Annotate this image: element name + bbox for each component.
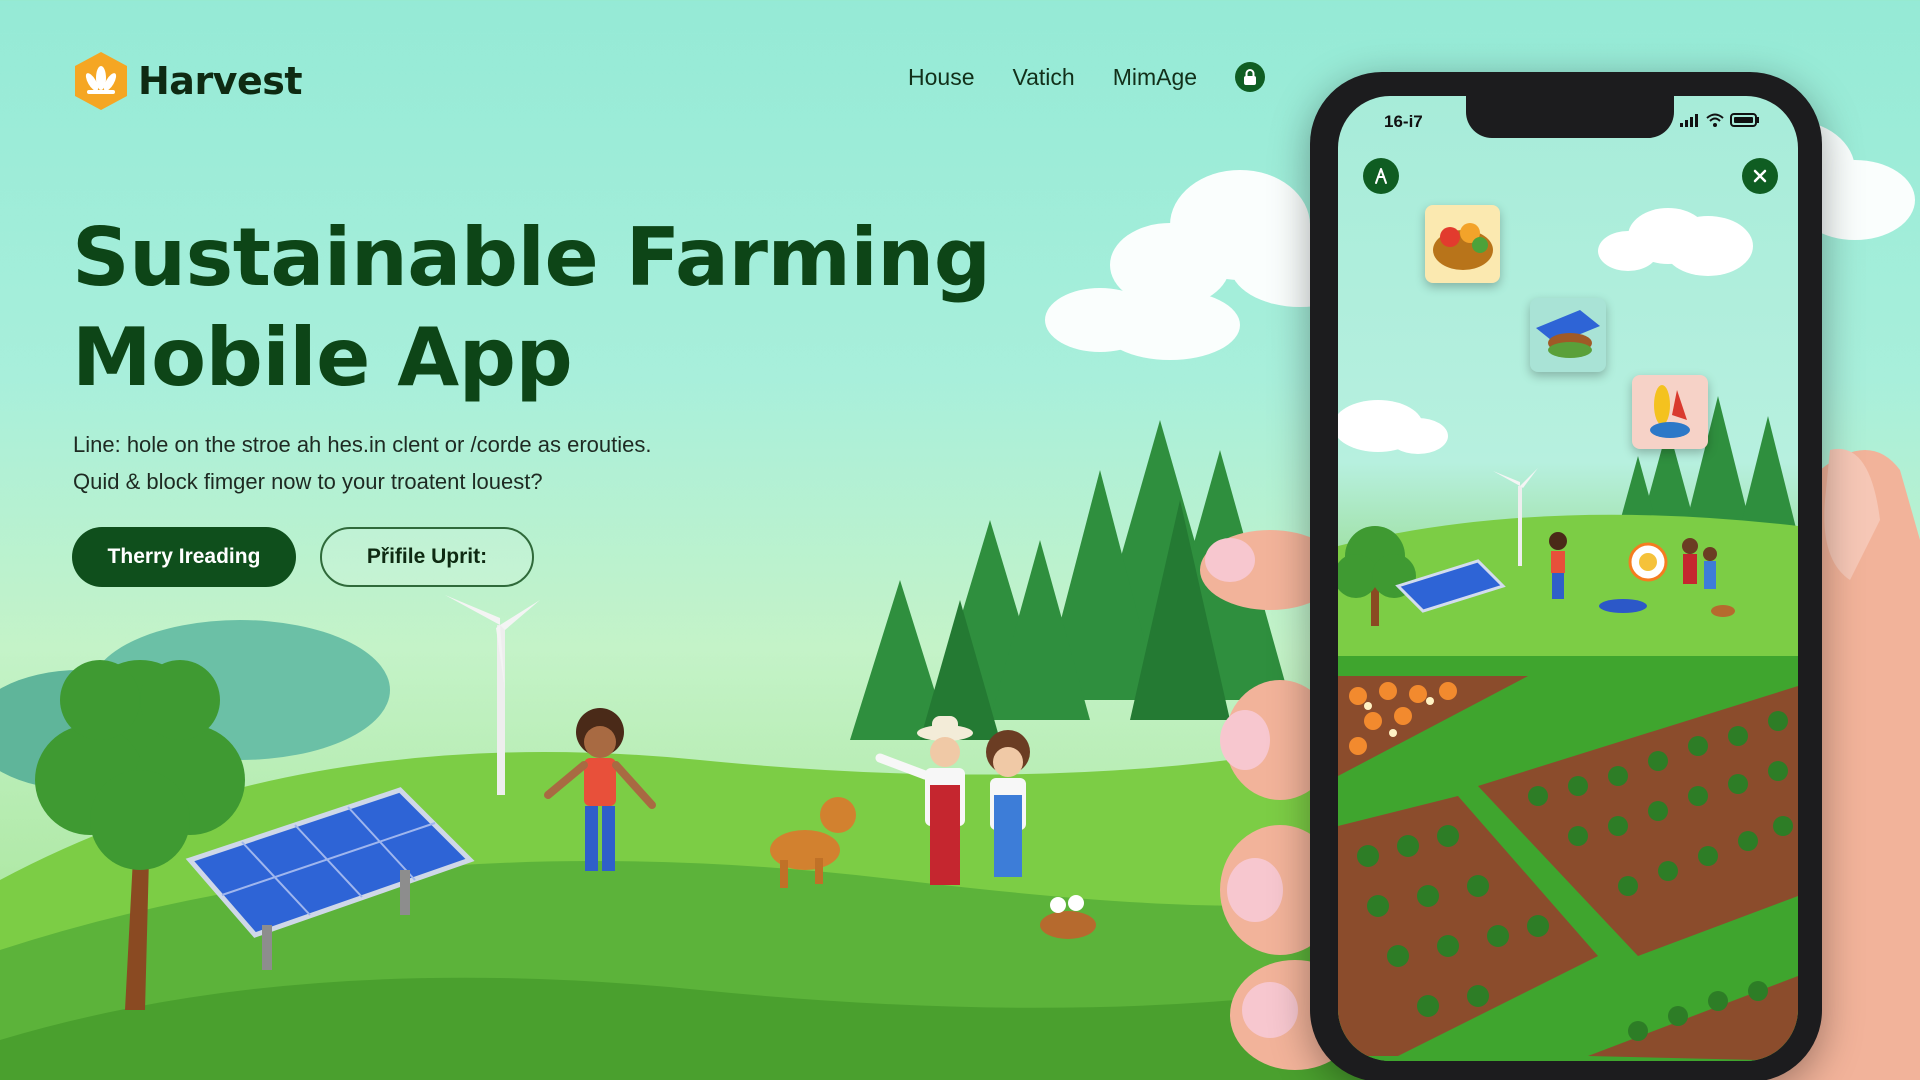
subtitle-line-2: Quid & block fimger now to your troatent… xyxy=(73,469,543,494)
phone-screen xyxy=(1338,96,1798,1061)
nav-item-vatich[interactable]: Vatich xyxy=(1012,64,1074,91)
nav-item-house[interactable]: House xyxy=(908,64,974,91)
status-time: 16-i7 xyxy=(1384,112,1423,131)
battery-icon xyxy=(1730,113,1759,127)
subtitle-line-1: Line: hole on the stroe ah hes.in clent … xyxy=(73,432,652,457)
brand-logo[interactable]: Harvest xyxy=(72,50,303,112)
farm-game-illustration xyxy=(1338,208,1798,1061)
food-basket-card[interactable] xyxy=(1425,205,1500,283)
secondary-cta-button[interactable]: Přifile Uprit: xyxy=(320,527,534,587)
phone-notch xyxy=(1466,96,1674,138)
solar-burger-card[interactable] xyxy=(1530,298,1606,372)
signal-icon xyxy=(1680,114,1698,127)
brand-name: Harvest xyxy=(138,59,303,103)
compass-icon[interactable] xyxy=(1363,158,1399,194)
page-title: Sustainable Farming Mobile App xyxy=(72,208,1032,408)
main-nav: House Vatich MimAge xyxy=(908,62,1266,92)
corn-bowl-card[interactable] xyxy=(1632,375,1708,449)
hero-subtitle: Line: hole on the stroe ah hes.in clent … xyxy=(73,426,773,500)
nav-item-mimage[interactable]: MimAge xyxy=(1113,64,1197,91)
lotus-icon xyxy=(75,52,127,110)
close-icon[interactable] xyxy=(1742,158,1778,194)
wifi-icon xyxy=(1706,113,1724,127)
primary-cta-button[interactable]: Therry Ireading xyxy=(72,527,296,587)
title-line-1: Sustainable Farming xyxy=(72,211,991,304)
title-line-2: Mobile App xyxy=(72,311,573,404)
status-icons xyxy=(1680,113,1760,127)
lock-icon[interactable] xyxy=(1235,62,1266,92)
